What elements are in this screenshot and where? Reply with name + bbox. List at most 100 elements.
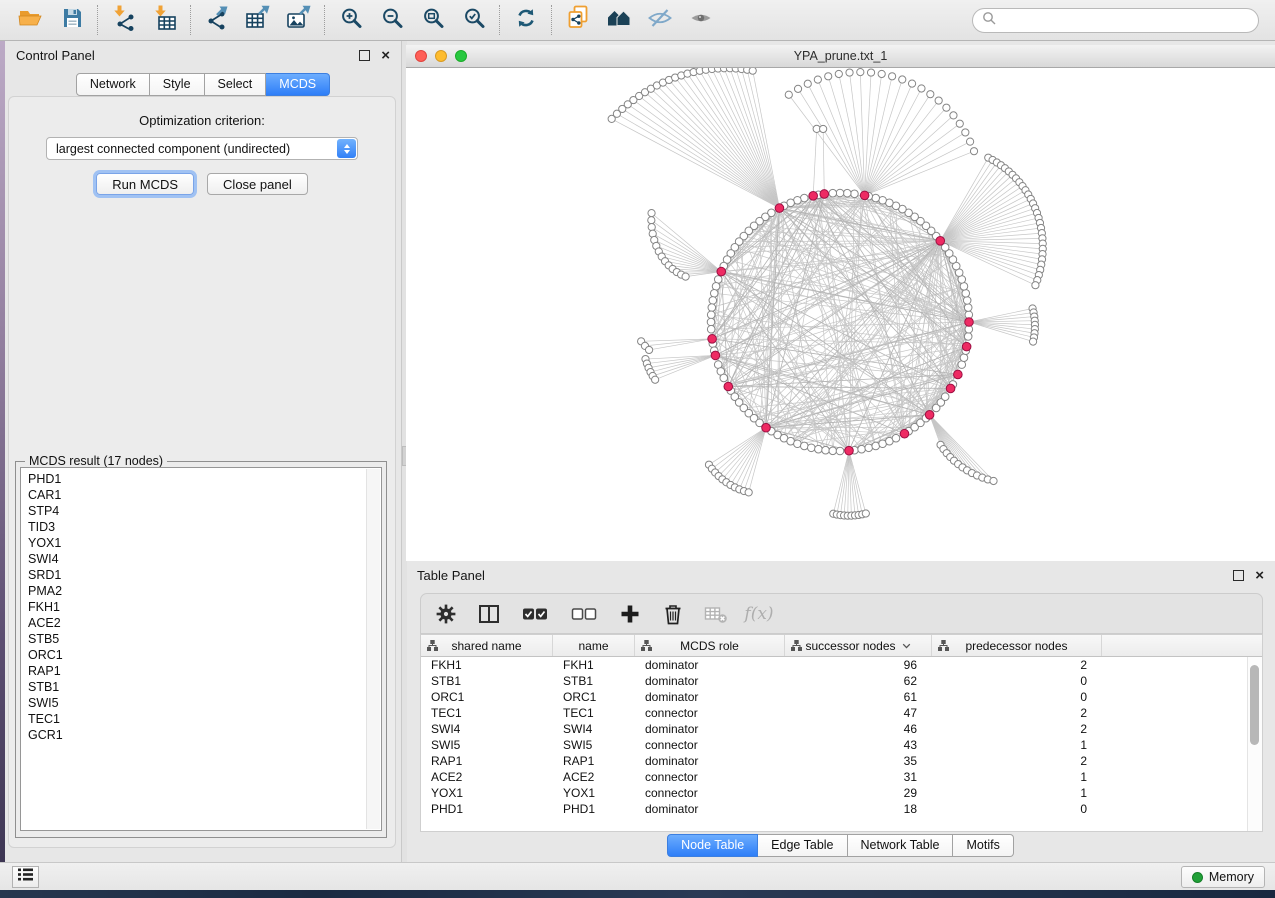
zoom-fit-button[interactable] xyxy=(412,4,453,36)
cell-shared_name[interactable]: SWI4 xyxy=(421,721,553,737)
mcds-hub-node[interactable] xyxy=(762,423,771,432)
close-panel-button[interactable]: Close panel xyxy=(207,173,308,195)
mcds-node-item[interactable]: TEC1 xyxy=(28,711,381,727)
cell-name[interactable]: RAP1 xyxy=(553,753,635,769)
mcds-hub-node[interactable] xyxy=(936,237,945,246)
cell-mcds_role[interactable]: dominator xyxy=(635,689,785,705)
mcds-hub-node[interactable] xyxy=(965,318,974,327)
tab-edge-table[interactable]: Edge Table xyxy=(758,834,847,857)
tab-motifs[interactable]: Motifs xyxy=(953,834,1013,857)
cell-successor_nodes[interactable]: 18 xyxy=(785,801,932,817)
table-row[interactable]: SWI4SWI4dominator462 xyxy=(421,721,1262,737)
refresh-button[interactable] xyxy=(505,4,546,36)
zoom-in-button[interactable] xyxy=(330,4,371,36)
cell-predecessor_nodes[interactable]: 2 xyxy=(932,705,1102,721)
memory-button[interactable]: Memory xyxy=(1181,866,1265,888)
cell-name[interactable]: SWI4 xyxy=(553,721,635,737)
import-network-button[interactable] xyxy=(103,4,144,36)
cell-successor_nodes[interactable]: 96 xyxy=(785,657,932,673)
mcds-hub-node[interactable] xyxy=(954,370,963,379)
network-graph[interactable] xyxy=(406,68,1275,560)
cell-shared_name[interactable]: TEC1 xyxy=(421,705,553,721)
cell-mcds_role[interactable]: dominator xyxy=(635,721,785,737)
mcds-hub-node[interactable] xyxy=(860,191,869,200)
zoom-selected-button[interactable] xyxy=(453,4,494,36)
optimization-dropdown[interactable]: largest connected component (undirected) xyxy=(46,137,358,160)
import-table-button[interactable] xyxy=(144,4,185,36)
cell-successor_nodes[interactable]: 61 xyxy=(785,689,932,705)
mcds-node-item[interactable]: ORC1 xyxy=(28,647,381,663)
cell-mcds_role[interactable]: dominator xyxy=(635,801,785,817)
mcds-node-item[interactable]: SWI5 xyxy=(28,695,381,711)
mcds-hub-node[interactable] xyxy=(711,351,720,360)
status-list-button[interactable] xyxy=(12,866,39,888)
cell-mcds_role[interactable]: connector xyxy=(635,705,785,721)
column-header-predecessor-nodes[interactable]: predecessor nodes xyxy=(932,635,1102,656)
cell-mcds_role[interactable]: dominator xyxy=(635,753,785,769)
mcds-node-item[interactable]: ACE2 xyxy=(28,615,381,631)
cell-predecessor_nodes[interactable]: 0 xyxy=(932,801,1102,817)
unchecked-boxes-icon[interactable] xyxy=(569,602,599,626)
mcds-hub-node[interactable] xyxy=(900,429,909,438)
cell-successor_nodes[interactable]: 46 xyxy=(785,721,932,737)
mcds-node-item[interactable]: SRD1 xyxy=(28,567,381,583)
mcds-hub-node[interactable] xyxy=(925,410,934,419)
cell-successor_nodes[interactable]: 35 xyxy=(785,753,932,769)
cell-name[interactable]: FKH1 xyxy=(553,657,635,673)
cell-shared_name[interactable]: ACE2 xyxy=(421,769,553,785)
mcds-hub-node[interactable] xyxy=(962,342,971,351)
cell-successor_nodes[interactable]: 47 xyxy=(785,705,932,721)
cell-predecessor_nodes[interactable]: 0 xyxy=(932,689,1102,705)
tab-mcds[interactable]: MCDS xyxy=(266,73,330,96)
open-file-button[interactable] xyxy=(10,4,51,36)
mcds-node-item[interactable]: STB1 xyxy=(28,679,381,695)
cell-shared_name[interactable]: YOX1 xyxy=(421,785,553,801)
mcds-node-item[interactable]: STP4 xyxy=(28,503,381,519)
cell-mcds_role[interactable]: connector xyxy=(635,769,785,785)
mcds-hub-node[interactable] xyxy=(717,267,726,276)
cell-successor_nodes[interactable]: 29 xyxy=(785,785,932,801)
tab-style[interactable]: Style xyxy=(150,73,205,96)
cell-successor_nodes[interactable]: 43 xyxy=(785,737,932,753)
mcds-node-item[interactable]: STB5 xyxy=(28,631,381,647)
float-panel-icon[interactable] xyxy=(1233,570,1244,581)
table-row[interactable]: STB1STB1dominator620 xyxy=(421,673,1262,689)
clone-network-button[interactable] xyxy=(557,4,598,36)
search-input[interactable] xyxy=(1002,12,1249,28)
table-row[interactable]: FKH1FKH1dominator962 xyxy=(421,657,1262,673)
close-panel-icon[interactable]: × xyxy=(1255,568,1264,583)
tab-network-table[interactable]: Network Table xyxy=(848,834,954,857)
mcds-hub-node[interactable] xyxy=(708,335,717,344)
cell-shared_name[interactable]: FKH1 xyxy=(421,657,553,673)
split-columns-icon[interactable] xyxy=(477,602,501,626)
add-plus-icon[interactable] xyxy=(618,602,642,626)
mcds-node-item[interactable]: PHD1 xyxy=(28,471,381,487)
cell-predecessor_nodes[interactable]: 1 xyxy=(932,785,1102,801)
cell-shared_name[interactable]: RAP1 xyxy=(421,753,553,769)
hide-selected-button[interactable] xyxy=(639,4,680,36)
cell-name[interactable]: YOX1 xyxy=(553,785,635,801)
cell-predecessor_nodes[interactable]: 1 xyxy=(932,769,1102,785)
trash-icon[interactable] xyxy=(661,602,685,626)
checked-boxes-icon[interactable] xyxy=(520,602,550,626)
cell-predecessor_nodes[interactable]: 2 xyxy=(932,721,1102,737)
tab-select[interactable]: Select xyxy=(205,73,267,96)
mcds-node-item[interactable]: PMA2 xyxy=(28,583,381,599)
mcds-hub-node[interactable] xyxy=(809,192,818,201)
cell-predecessor_nodes[interactable]: 2 xyxy=(932,657,1102,673)
mcds-hub-node[interactable] xyxy=(775,204,784,213)
cell-mcds_role[interactable]: connector xyxy=(635,737,785,753)
mcds-node-item[interactable]: YOX1 xyxy=(28,535,381,551)
cell-successor_nodes[interactable]: 62 xyxy=(785,673,932,689)
run-mcds-button[interactable]: Run MCDS xyxy=(96,173,194,195)
table-row[interactable]: RAP1RAP1dominator352 xyxy=(421,753,1262,769)
cell-name[interactable]: ORC1 xyxy=(553,689,635,705)
mcds-hub-node[interactable] xyxy=(845,446,854,455)
mcds-node-item[interactable]: TID3 xyxy=(28,519,381,535)
network-canvas[interactable] xyxy=(406,68,1275,561)
double-house-button[interactable] xyxy=(598,4,639,36)
mcds-hub-node[interactable] xyxy=(946,384,955,393)
cell-predecessor_nodes[interactable]: 0 xyxy=(932,673,1102,689)
table-remove-icon[interactable] xyxy=(704,602,728,626)
column-header-name[interactable]: name xyxy=(553,635,635,656)
